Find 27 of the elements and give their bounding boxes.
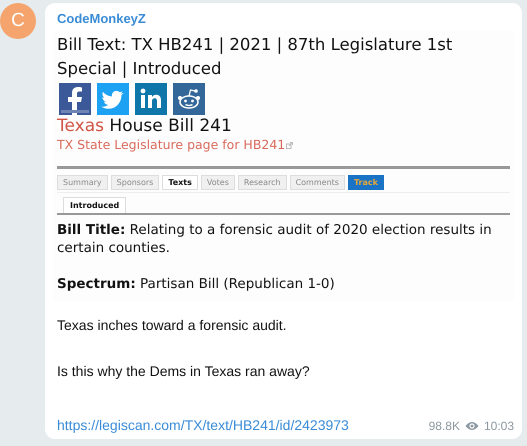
state-name[interactable]: Texas — [57, 116, 104, 136]
tab[interactable]: Summary — [57, 175, 108, 190]
sender-name[interactable]: CodeMonkeyZ — [57, 11, 146, 26]
bird-icon[interactable] — [97, 83, 129, 115]
spectrum-text: Spectrum: Partisan Bill (Republican 1-0) — [57, 275, 336, 293]
alien-icon[interactable] — [173, 83, 205, 115]
page-title: Bill Text: TX HB241 | 2021 | 87th Legislature 1st Special | Introduced — [57, 34, 454, 80]
message-time: 10:03 — [484, 419, 514, 433]
tab[interactable]: Research — [238, 175, 287, 190]
bill-title: Bill Title: Relating to a forensic audit of 2020 election results in certain counties. — [57, 221, 493, 257]
facebook-icon[interactable] — [59, 83, 91, 115]
bill-name: House Bill 241 — [109, 116, 232, 136]
tab[interactable]: Comments — [290, 175, 345, 190]
version-tab[interactable]: Introduced — [63, 197, 126, 213]
message-link[interactable]: https://legiscan.com/TX/text/HB241/id/2423973 — [57, 417, 349, 433]
message-text: Texas inches toward a forensic audit. — [57, 316, 288, 334]
tab[interactable]: Votes — [200, 175, 235, 190]
tab[interactable]: Texts — [162, 175, 198, 190]
external-link-icon — [286, 142, 294, 149]
message-text: Is this why the Dems in Texas ran away? — [57, 362, 311, 380]
eye-icon — [464, 421, 479, 431]
view-count: 98.8K — [428, 419, 460, 433]
legislature-link[interactable]: TX State Legislature page for HB241 — [57, 137, 286, 152]
tab[interactable]: Sponsors — [110, 175, 160, 190]
avatar[interactable]: C — [0, 3, 36, 39]
linkedin-icon[interactable] — [135, 83, 167, 115]
track-button[interactable]: Track — [348, 175, 384, 190]
